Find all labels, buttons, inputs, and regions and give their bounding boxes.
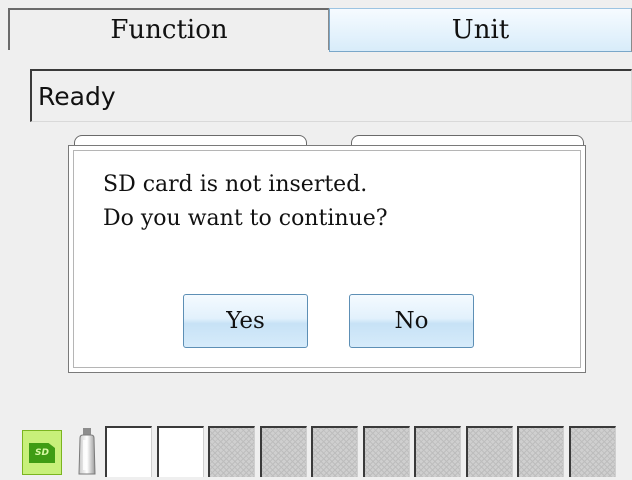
indicator-slot — [414, 426, 461, 477]
bottle-icon — [74, 424, 100, 475]
indicator-slot — [157, 426, 204, 477]
indicator-bar: SD — [0, 422, 632, 477]
dialog-message-line-1: SD card is not inserted. — [103, 172, 368, 197]
indicator-slot — [208, 426, 255, 477]
dialog-message: SD card is not inserted. Do you want to … — [103, 168, 388, 236]
indicator-slot — [466, 426, 513, 477]
yes-button[interactable]: Yes — [183, 294, 308, 348]
confirm-dialog: SD card is not inserted. Do you want to … — [68, 145, 586, 373]
status-text: Ready — [38, 81, 116, 111]
dialog-message-line-2: Do you want to continue? — [103, 206, 388, 231]
indicator-slot — [517, 426, 564, 477]
indicator-slot — [569, 426, 616, 477]
indicator-slot — [363, 426, 410, 477]
indicator-slot — [260, 426, 307, 477]
indicator-slot — [105, 426, 152, 477]
tab-unit[interactable]: Unit — [329, 8, 632, 52]
sd-card-icon-label: SD — [29, 443, 55, 463]
status-field: Ready — [30, 69, 632, 122]
sd-card-icon: SD — [22, 430, 62, 475]
indicator-slot — [311, 426, 358, 477]
tab-function[interactable]: Function — [8, 8, 329, 50]
tab-bar: Function Unit — [8, 8, 632, 52]
no-button[interactable]: No — [349, 294, 474, 348]
